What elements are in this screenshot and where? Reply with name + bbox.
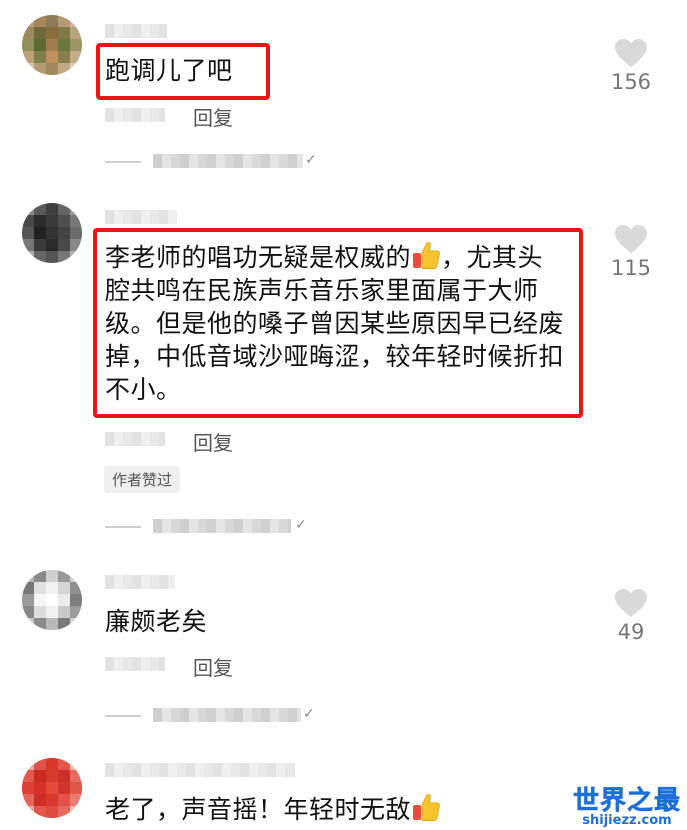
author-liked-badge: 作者赞过 (104, 466, 181, 493)
replies-count-blurred (153, 519, 291, 533)
heart-icon (615, 225, 647, 253)
like-count: 49 (617, 620, 645, 644)
reply-button[interactable]: 回复 (193, 652, 233, 681)
replies-count-blurred (153, 708, 301, 722)
timestamp-blurred (105, 657, 165, 671)
username-blurred[interactable] (105, 575, 175, 589)
username-blurred[interactable] (105, 24, 167, 38)
divider (105, 715, 141, 717)
heart-icon (615, 39, 647, 67)
reply-button[interactable]: 回复 (193, 102, 233, 131)
like-button[interactable]: 156 (602, 38, 660, 94)
chevron-down-icon: ✓ (303, 706, 315, 722)
heart-icon (615, 589, 647, 617)
highlight-box (93, 228, 583, 418)
comment-text: 老了，声音摇！年轻时无敌 (105, 792, 441, 826)
like-button[interactable]: 115 (602, 224, 660, 280)
chevron-down-icon: ✓ (295, 517, 307, 533)
replies-count-blurred (153, 154, 303, 168)
username-blurred[interactable] (105, 763, 295, 777)
divider (105, 161, 141, 163)
timestamp-blurred (105, 432, 165, 446)
reply-button[interactable]: 回复 (193, 427, 233, 456)
highlight-box (96, 43, 270, 100)
divider (105, 526, 141, 528)
like-count: 156 (610, 70, 652, 94)
avatar[interactable] (22, 570, 82, 630)
avatar[interactable] (22, 15, 82, 75)
avatar[interactable] (22, 758, 82, 818)
comment-text: 廉颇老矣 (105, 607, 208, 636)
timestamp-blurred (105, 108, 165, 122)
watermark-title: 世界之最 (572, 786, 681, 817)
watermark-url: shijiezz.com (582, 813, 672, 828)
like-count: 115 (610, 256, 652, 280)
chevron-down-icon: ✓ (305, 152, 317, 168)
thumbs-up-emoji-icon (413, 794, 440, 821)
watermark-logo: 世界之最 shijiezz.com (573, 780, 681, 828)
like-button[interactable]: 49 (602, 588, 660, 644)
username-blurred[interactable] (105, 210, 177, 224)
avatar[interactable] (22, 203, 82, 263)
